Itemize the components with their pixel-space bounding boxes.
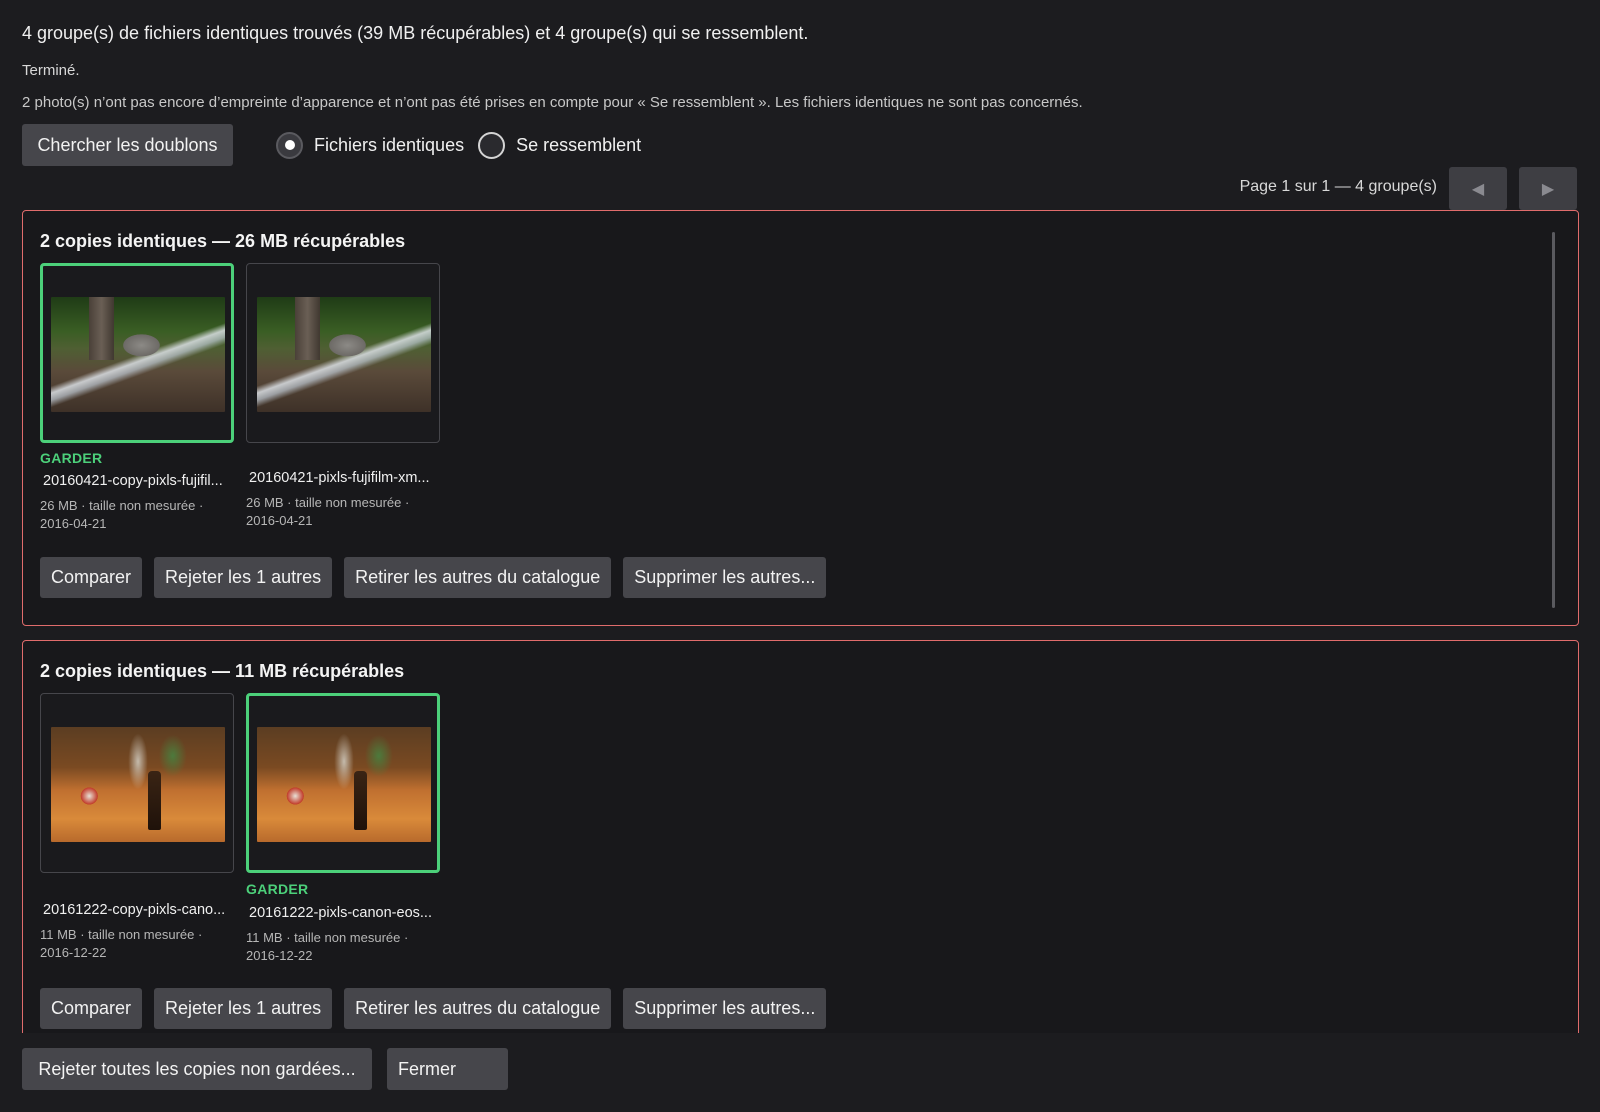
search-duplicates-button[interactable]: Chercher les doublons — [22, 124, 233, 166]
file-meta: 26 MB · taille non mesurée · 2016-04-21 — [40, 497, 230, 533]
file-meta-size: 11 MB · taille non mesurée · — [246, 930, 409, 945]
file-meta-date: 2016-04-21 — [40, 516, 107, 531]
group-title: 2 copies identiques — 11 MB récupérables — [40, 661, 405, 681]
dialog-footer: Rejeter toutes les copies non gardées...… — [0, 1034, 1600, 1112]
reject-others-button[interactable]: Rejeter les 1 autres — [154, 557, 333, 598]
status-text: Terminé. — [22, 62, 80, 79]
triangle-left-icon: ◀ — [1471, 180, 1485, 198]
file-name: 20161222-pixls-canon-eos... — [249, 905, 432, 921]
groups-scroll-area[interactable]: 2 copies identiques — 26 MB récupérables… — [22, 210, 1579, 1033]
photo-thumbnail — [257, 297, 431, 412]
results-summary: 4 groupe(s) de fichiers identiques trouv… — [22, 23, 809, 43]
pagination-text: Page 1 sur 1 — 4 groupe(s) — [1239, 178, 1437, 195]
photo-thumbnail — [51, 297, 225, 412]
fingerprint-note: 2 photo(s) n’ont pas encore d’empreinte … — [22, 94, 1083, 111]
next-page-button[interactable]: ▶ — [1519, 167, 1577, 210]
file-name: 20160421-pixls-fujifilm-xm... — [249, 470, 430, 486]
thumbnail-frame[interactable] — [40, 263, 234, 443]
file-card[interactable]: 20161222-copy-pixls-cano... 11 MB · tail… — [40, 693, 234, 960]
file-meta-date: 2016-12-22 — [40, 945, 107, 960]
file-meta: 11 MB · taille non mesurée · 2016-12-22 — [246, 929, 436, 965]
file-meta-date: 2016-04-21 — [246, 513, 313, 528]
triangle-right-icon: ▶ — [1541, 180, 1555, 198]
mode-identical-radio[interactable]: Fichiers identiques — [276, 131, 465, 159]
mode-similar-label: Se ressemblent — [516, 134, 642, 155]
compare-button[interactable]: Comparer — [40, 557, 143, 598]
radio-unchecked-icon — [478, 131, 506, 159]
thumbnail-frame[interactable] — [40, 693, 234, 873]
vertical-scrollbar[interactable] — [1552, 232, 1555, 608]
photo-thumbnail — [51, 727, 225, 842]
thumbnail-frame[interactable] — [246, 693, 440, 873]
reject-all-unkept-button[interactable]: Rejeter toutes les copies non gardées... — [22, 1048, 372, 1090]
file-name: 20160421-copy-pixls-fujifil... — [43, 473, 223, 489]
remove-from-catalog-button[interactable]: Retirer les autres du catalogue — [344, 557, 612, 598]
duplicate-group: 2 copies identiques — 11 MB récupérables… — [22, 640, 1579, 1033]
thumbnail-frame[interactable] — [246, 263, 440, 443]
file-card[interactable]: 20160421-pixls-fujifilm-xm... 26 MB · ta… — [246, 263, 440, 528]
file-meta-size: 11 MB · taille non mesurée · — [40, 927, 203, 942]
duplicate-group: 2 copies identiques — 26 MB récupérables… — [22, 210, 1579, 626]
duplicates-dialog: 4 groupe(s) de fichiers identiques trouv… — [0, 0, 1600, 1112]
file-card[interactable]: GARDER 20160421-copy-pixls-fujifil... 26… — [40, 263, 234, 531]
group-title: 2 copies identiques — 26 MB récupérables — [40, 231, 406, 251]
file-meta-date: 2016-12-22 — [246, 948, 313, 963]
radio-checked-icon — [276, 131, 303, 159]
file-meta-size: 26 MB · taille non mesurée · — [246, 495, 410, 510]
mode-radio-group: Fichiers identiques Se ressemblent — [276, 130, 655, 160]
mode-identical-label: Fichiers identiques — [314, 134, 465, 155]
photo-thumbnail — [257, 727, 431, 842]
remove-from-catalog-button[interactable]: Retirer les autres du catalogue — [344, 988, 612, 1029]
compare-button[interactable]: Comparer — [40, 988, 143, 1029]
group-actions: Comparer Rejeter les 1 autres Retirer le… — [40, 988, 827, 1029]
file-card[interactable]: GARDER 20161222-pixls-canon-eos... 11 MB… — [246, 693, 440, 963]
close-button[interactable]: Fermer — [387, 1048, 508, 1090]
group-actions: Comparer Rejeter les 1 autres Retirer le… — [40, 557, 827, 598]
previous-page-button[interactable]: ◀ — [1449, 167, 1507, 210]
delete-others-button[interactable]: Supprimer les autres... — [623, 557, 827, 598]
file-name: 20161222-copy-pixls-cano... — [43, 902, 226, 918]
file-meta: 26 MB · taille non mesurée · 2016-04-21 — [246, 494, 436, 530]
reject-others-button[interactable]: Rejeter les 1 autres — [154, 988, 333, 1029]
file-meta-size: 26 MB · taille non mesurée · — [40, 498, 204, 513]
keep-badge: GARDER — [246, 881, 309, 897]
file-meta: 11 MB · taille non mesurée · 2016-12-22 — [40, 926, 230, 962]
mode-similar-radio[interactable]: Se ressemblent — [478, 131, 642, 159]
delete-others-button[interactable]: Supprimer les autres... — [623, 988, 827, 1029]
keep-badge: GARDER — [40, 450, 103, 466]
